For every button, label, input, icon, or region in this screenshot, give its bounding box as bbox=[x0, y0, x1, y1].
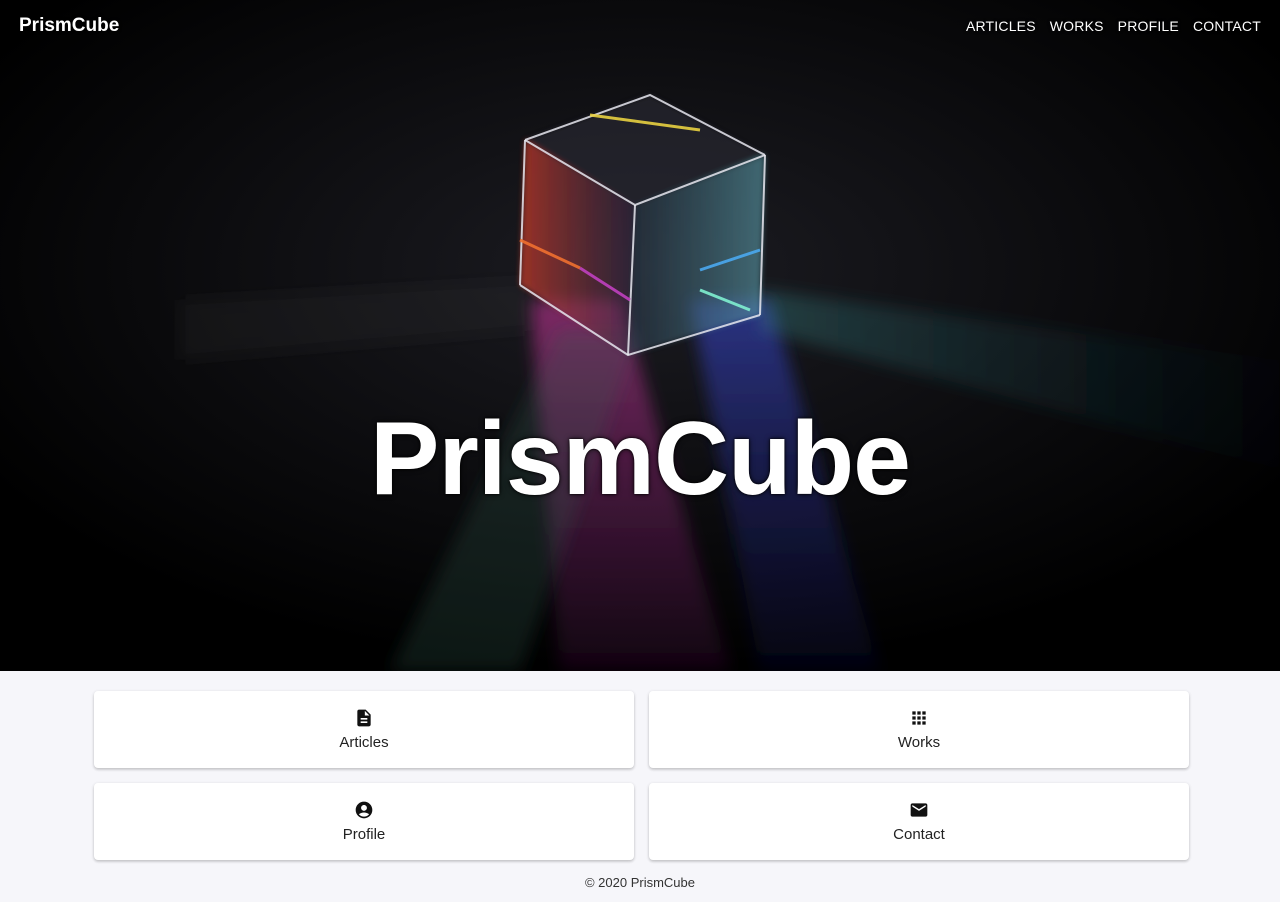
apps-grid-icon bbox=[912, 711, 926, 725]
nav-articles[interactable]: ARTICLES bbox=[966, 18, 1036, 34]
nav-works[interactable]: WORKS bbox=[1050, 18, 1104, 34]
section-cards: Articles Works Profile Contact bbox=[94, 691, 1189, 860]
nav-contact[interactable]: CONTACT bbox=[1193, 18, 1261, 34]
card-label: Articles bbox=[339, 734, 389, 751]
card-profile[interactable]: Profile bbox=[94, 783, 634, 860]
card-works[interactable]: Works bbox=[649, 691, 1189, 768]
document-icon bbox=[357, 709, 371, 727]
hero-title: PrismCube bbox=[369, 401, 911, 517]
card-label: Works bbox=[897, 734, 941, 751]
footer-copyright: © 2020 PrismCube bbox=[584, 875, 696, 890]
card-contact[interactable]: Contact bbox=[649, 783, 1189, 860]
top-navigation-bar: PrismCube ARTICLES WORKS PROFILE CONTACT bbox=[0, 0, 1280, 52]
brand-logo-link[interactable]: PrismCube bbox=[19, 15, 119, 37]
hero-section: PrismCube ARTICLES WORKS PROFILE CONTACT… bbox=[0, 0, 1280, 671]
card-label: Contact bbox=[893, 826, 945, 843]
nav-profile[interactable]: PROFILE bbox=[1118, 18, 1179, 34]
hero-background-image bbox=[0, 0, 1280, 671]
card-label: Profile bbox=[342, 826, 386, 843]
card-articles[interactable]: Articles bbox=[94, 691, 634, 768]
account-circle-icon bbox=[355, 801, 373, 819]
mail-icon bbox=[910, 803, 928, 817]
main-nav: ARTICLES WORKS PROFILE CONTACT bbox=[966, 18, 1261, 34]
